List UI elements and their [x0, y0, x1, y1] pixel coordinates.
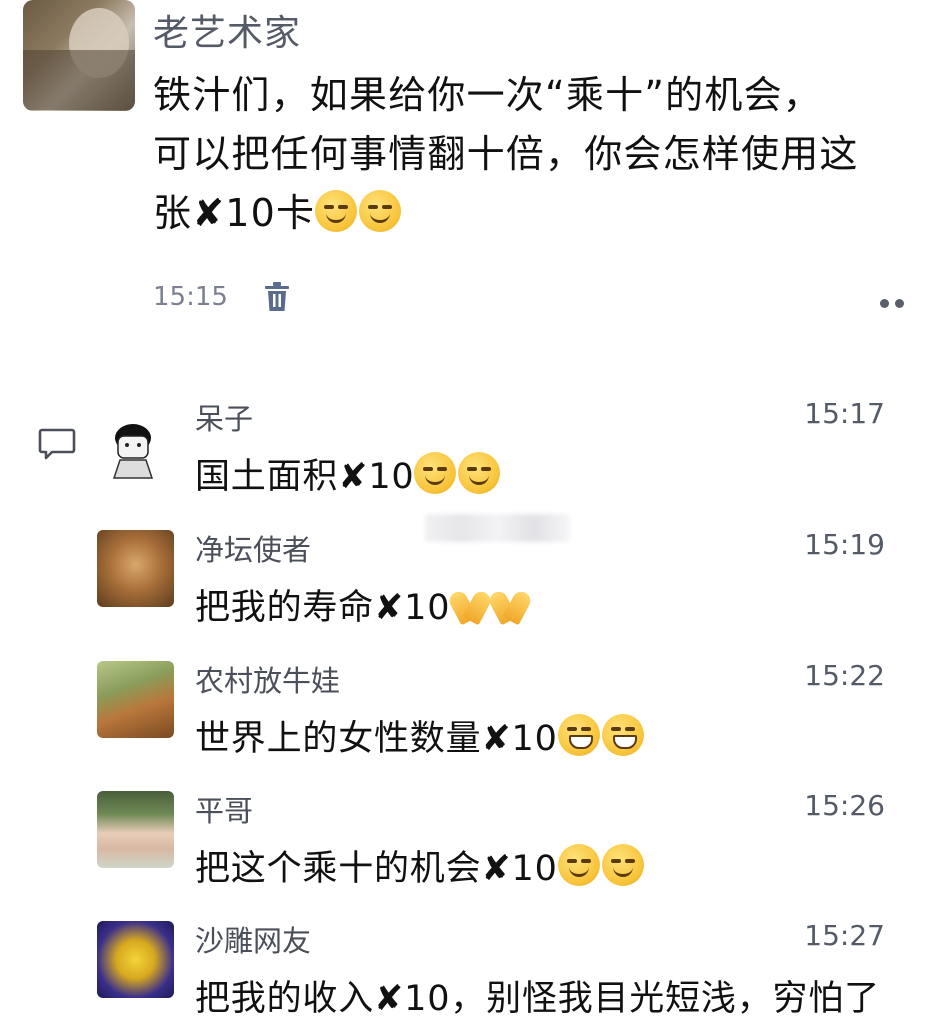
multiply-symbol: ✘ [374, 588, 405, 628]
multiply-symbol: ✘ [481, 719, 512, 759]
comment-icon[interactable] [38, 427, 76, 461]
comment-text-body: 世界上的女性数量 [195, 719, 482, 759]
pray-emoji-icon [450, 589, 490, 623]
comment-author[interactable]: 沙雕网友 [195, 918, 311, 960]
comment-text: 把我的收入✘10，别怪我目光短浅，穷怕了 [195, 970, 880, 1021]
multiply-symbol: ✘ [338, 457, 369, 497]
comment-number: 10 [511, 719, 558, 759]
blurred-watermark [425, 514, 570, 542]
smirk-emoji-icon [315, 190, 358, 232]
comment-avatar[interactable] [108, 420, 158, 480]
post-text-line-2: 可以把任何事情翻十倍，你会怎样使用这 [153, 132, 859, 176]
post-text-line-1: 铁汁们，如果给你一次“乘十”的机会， [153, 73, 822, 117]
comment-text-body: 国土面积 [195, 457, 339, 497]
comment-text: 把我的寿命✘10 [195, 579, 530, 630]
smirk-emoji-icon [414, 452, 457, 494]
comment-number: 10 [511, 849, 558, 889]
multiply-symbol: ✘ [374, 979, 405, 1019]
comment-avatar[interactable] [97, 791, 174, 868]
comment-text: 世界上的女性数量✘10 [195, 710, 646, 761]
comment-text-body: 把我的收入 [195, 979, 375, 1019]
comment-text-tail: ，别怪我目光短浅，穷怕了 [450, 979, 880, 1019]
poster-avatar[interactable] [23, 0, 135, 111]
post-text-line-3: 张✘10卡 [153, 184, 923, 243]
post-timestamp: 15:15 [153, 282, 228, 312]
comment-timestamp: 15:22 [804, 659, 885, 692]
comment-author[interactable]: 农村放牛娃 [195, 658, 340, 700]
comment-number: 10 [368, 457, 415, 497]
comment-avatar[interactable] [97, 530, 174, 607]
comment-timestamp: 15:17 [804, 397, 885, 430]
comment-text: 把这个乘十的机会✘10 [195, 840, 646, 891]
pray-emoji-icon [490, 589, 530, 623]
comment-timestamp: 15:19 [804, 528, 885, 561]
comment-number: 10 [404, 979, 451, 1019]
comment-timestamp: 15:26 [804, 789, 885, 822]
post-text-line-3-suffix: 10卡 [225, 191, 316, 235]
smirk-emoji-icon [458, 452, 501, 494]
post-text: 铁汁们，如果给你一次“乘十”的机会， 可以把任何事情翻十倍，你会怎样使用这 张✘… [153, 66, 923, 243]
poster-name[interactable]: 老艺术家 [153, 4, 301, 56]
comment-author[interactable]: 呆子 [195, 396, 253, 438]
smirk-emoji-icon [601, 844, 644, 886]
comment-text-body: 把这个乘十的机会 [195, 849, 482, 889]
post-text-line-3-prefix: 张 [153, 191, 193, 235]
multiply-symbol: ✘ [192, 191, 226, 235]
comment-text: 国土面积✘10 [195, 448, 502, 499]
multiply-symbol: ✘ [481, 849, 512, 889]
smirk-emoji-icon [557, 844, 600, 886]
grin-emoji-icon [601, 714, 644, 756]
comment-avatar[interactable] [97, 661, 174, 738]
comment-avatar[interactable] [97, 921, 174, 998]
smirk-emoji-icon [359, 190, 402, 232]
trash-icon[interactable] [262, 281, 292, 313]
comment-timestamp: 15:27 [804, 919, 885, 952]
more-dots-icon[interactable] [880, 293, 910, 312]
comment-text-body: 把我的寿命 [195, 588, 375, 628]
comment-author[interactable]: 净坛使者 [195, 527, 311, 569]
comment-number: 10 [404, 588, 451, 628]
comment-author[interactable]: 平哥 [195, 788, 253, 830]
grin-emoji-icon [557, 714, 600, 756]
